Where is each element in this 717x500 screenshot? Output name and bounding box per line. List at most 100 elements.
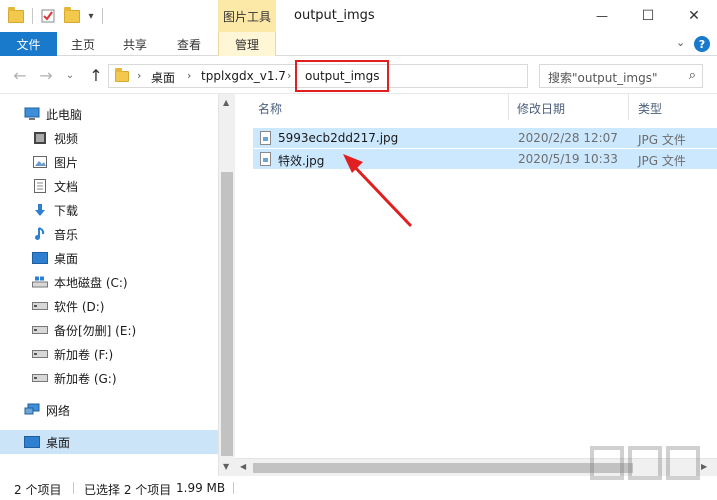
desktop-icon xyxy=(32,250,48,266)
up-arrow-icon[interactable]: ↑ xyxy=(86,65,106,85)
sidebar-item-documents[interactable]: 文档 xyxy=(0,174,218,198)
sidebar-item-label: 图片 xyxy=(54,155,79,170)
divider xyxy=(32,8,33,24)
column-divider[interactable] xyxy=(628,94,629,120)
new-folder-icon[interactable] xyxy=(62,6,82,26)
sidebar-item-label: 新加卷 (G:) xyxy=(54,371,117,386)
search-box[interactable]: 搜索"output_imgs" ⌕ xyxy=(539,64,703,88)
column-header-date[interactable]: 修改日期 xyxy=(517,100,565,117)
sidebar-item-drive-f[interactable]: 新加卷 (F:) xyxy=(0,342,218,366)
breadcrumb-separator: › xyxy=(287,69,292,82)
sidebar-item-label: 桌面 xyxy=(46,435,71,450)
search-icon: ⌕ xyxy=(688,68,696,83)
tab-home[interactable]: 主页 xyxy=(60,32,106,56)
column-header-name[interactable]: 名称 xyxy=(258,100,282,117)
picture-tools-header: 图片工具 xyxy=(218,0,276,32)
sidebar-item-drive-c[interactable]: 本地磁盘 (C:) xyxy=(0,270,218,294)
divider xyxy=(102,8,103,24)
sidebar-item-desktop-root[interactable]: 桌面 xyxy=(0,430,218,454)
drive-icon xyxy=(32,346,48,362)
sidebar-item-network[interactable]: 网络 xyxy=(0,398,218,422)
desktop-icon xyxy=(24,434,40,450)
breadcrumb-separator: › xyxy=(137,69,142,82)
file-date: 2020/5/19 10:33 xyxy=(518,152,618,166)
sidebar-item-label: 备份[勿删] (E:) xyxy=(54,323,137,338)
video-icon xyxy=(32,130,48,146)
sidebar-item-pictures[interactable]: 图片 xyxy=(0,150,218,174)
download-icon xyxy=(32,202,48,218)
scroll-right-arrow-icon[interactable]: ▶ xyxy=(701,462,707,471)
sidebar-item-label: 桌面 xyxy=(54,251,79,266)
close-button[interactable]: ✕ xyxy=(671,0,717,32)
jpg-file-icon xyxy=(260,131,271,145)
help-icon[interactable]: ? xyxy=(694,36,710,52)
breadcrumb-desktop[interactable]: 桌面 xyxy=(151,69,175,86)
sidebar-item-videos[interactable]: 视频 xyxy=(0,126,218,150)
table-row[interactable]: 特效.jpg 2020/5/19 10:33 JPG 文件 xyxy=(253,149,717,169)
sidebar-item-label: 视频 xyxy=(54,131,79,146)
maximize-button[interactable]: ☐ xyxy=(625,0,671,32)
file-list-pane: 名称 修改日期 类型 5993ecb2dd217.jpg 2020/2/28 1… xyxy=(235,94,717,476)
watermark-logo xyxy=(590,440,700,494)
column-header-type[interactable]: 类型 xyxy=(638,100,662,117)
back-arrow-icon[interactable]: ← xyxy=(10,65,30,85)
scrollbar-thumb[interactable] xyxy=(253,463,633,473)
file-date: 2020/2/28 12:07 xyxy=(518,131,618,145)
properties-icon[interactable] xyxy=(38,6,58,26)
selection-size: 1.99 MB xyxy=(176,481,226,495)
sidebar-item-label: 音乐 xyxy=(54,227,79,242)
search-input[interactable]: 搜索"output_imgs" xyxy=(548,69,658,86)
drive-icon xyxy=(32,298,48,314)
drive-icon xyxy=(32,322,48,338)
sidebar-item-label: 网络 xyxy=(46,403,71,418)
system-drive-icon xyxy=(32,274,48,290)
ribbon-tabs: 文件 主页 共享 查看 管理 ⌄ ? xyxy=(0,32,717,56)
folder-icon[interactable] xyxy=(6,6,26,26)
sidebar-item-label: 软件 (D:) xyxy=(54,299,105,314)
scroll-left-arrow-icon[interactable]: ◀ xyxy=(240,462,246,471)
sidebar-item-music[interactable]: 音乐 xyxy=(0,222,218,246)
file-name: 特效.jpg xyxy=(278,154,325,168)
folder-icon xyxy=(115,68,129,82)
breadcrumb-tpplxgdx[interactable]: tpplxgdx_v1.7 xyxy=(201,69,286,83)
breadcrumb-separator: › xyxy=(187,69,192,82)
sidebar-item-label: 此电脑 xyxy=(46,107,83,122)
drive-icon xyxy=(32,370,48,386)
nav-pane-scrollbar[interactable]: ▲ ▼ xyxy=(218,94,235,476)
divider xyxy=(73,482,74,494)
computer-icon xyxy=(24,106,40,122)
sidebar-item-this-pc[interactable]: 此电脑 xyxy=(0,102,218,126)
file-type: JPG 文件 xyxy=(638,154,686,168)
picture-icon xyxy=(32,154,48,170)
sidebar-item-drive-g[interactable]: 新加卷 (G:) xyxy=(0,366,218,390)
navigation-pane: 此电脑 视频 图片 文档 下载 音乐 桌面 本地磁盘 (C:) 软件 (D:) … xyxy=(0,94,235,476)
expand-ribbon-icon[interactable]: ⌄ xyxy=(676,36,685,49)
tab-share[interactable]: 共享 xyxy=(112,32,158,56)
annotation-highlight-box xyxy=(295,60,389,92)
table-row[interactable]: 5993ecb2dd217.jpg 2020/2/28 12:07 JPG 文件 xyxy=(253,128,717,148)
file-type: JPG 文件 xyxy=(638,133,686,147)
sidebar-item-label: 下载 xyxy=(54,203,79,218)
tab-manage[interactable]: 管理 xyxy=(218,32,276,56)
sidebar-item-drive-d[interactable]: 软件 (D:) xyxy=(0,294,218,318)
sidebar-item-label: 新加卷 (F:) xyxy=(54,347,114,362)
sidebar-item-downloads[interactable]: 下载 xyxy=(0,198,218,222)
minimize-button[interactable]: — xyxy=(579,0,625,32)
item-count: 2 个项目 xyxy=(14,483,62,497)
sidebar-item-drive-e[interactable]: 备份[勿删] (E:) xyxy=(0,318,218,342)
recent-locations-chevron-icon[interactable]: ⌄ xyxy=(60,65,80,85)
music-icon xyxy=(32,226,48,242)
scroll-down-arrow-icon[interactable]: ▼ xyxy=(223,462,229,471)
forward-arrow-icon[interactable]: → xyxy=(36,65,56,85)
sidebar-item-desktop[interactable]: 桌面 xyxy=(0,246,218,270)
divider xyxy=(233,482,234,494)
scroll-up-arrow-icon[interactable]: ▲ xyxy=(223,98,229,107)
customize-toolbar-icon[interactable]: ▾ xyxy=(84,6,98,26)
column-divider[interactable] xyxy=(508,94,509,120)
window-title: output_imgs xyxy=(294,8,375,23)
scrollbar-thumb[interactable] xyxy=(221,172,233,456)
file-name: 5993ecb2dd217.jpg xyxy=(278,131,399,145)
tab-file[interactable]: 文件 xyxy=(0,32,57,56)
selection-count: 已选择 2 个项目 xyxy=(84,483,172,497)
tab-view[interactable]: 查看 xyxy=(166,32,212,56)
